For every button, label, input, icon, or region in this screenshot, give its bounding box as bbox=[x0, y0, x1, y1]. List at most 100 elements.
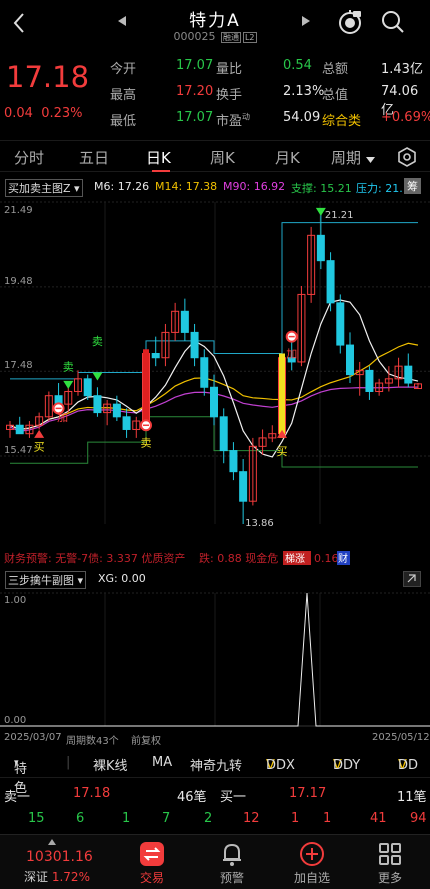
quote-value: 0.54 bbox=[283, 58, 312, 73]
quote-label: 量比 bbox=[216, 62, 243, 77]
candle-body bbox=[219, 416, 228, 452]
candle-body bbox=[15, 424, 24, 435]
candlestick-chart[interactable]: 21.4919.4817.4815.47 买加卖卖卖买加21.2113.86财务预… bbox=[0, 194, 430, 566]
tab-intraday[interactable]: 分时 bbox=[14, 147, 44, 168]
expand-icon[interactable] bbox=[403, 571, 421, 587]
dropdown-caret-icon bbox=[365, 157, 375, 163]
sub-indicator-selector[interactable]: 三步擒牛副图 ▾ bbox=[5, 571, 87, 589]
signal-bar-red bbox=[143, 349, 149, 426]
quote-label: 换手 bbox=[216, 88, 243, 103]
nav-more[interactable]: 更多 bbox=[360, 839, 420, 885]
nav-trade[interactable]: 交易 bbox=[122, 839, 182, 885]
quote-value: 1.43亿 bbox=[381, 62, 423, 77]
financial-warning-text: 跌: 0.88 现金危 bbox=[199, 551, 278, 565]
chip-distribution-button[interactable]: 筹 bbox=[404, 178, 421, 194]
nav-alert[interactable]: 预警 bbox=[202, 839, 262, 885]
nav-trade-label: 交易 bbox=[139, 871, 164, 885]
candle-body bbox=[190, 331, 199, 359]
buy-lot: 41 bbox=[370, 811, 387, 826]
up-caret-icon bbox=[48, 839, 56, 845]
divider: | bbox=[66, 755, 71, 770]
sell-arrow bbox=[92, 372, 103, 381]
indicator-tab-nine-turns[interactable]: 神奇九转 bbox=[190, 755, 242, 774]
sell-arrow bbox=[63, 380, 74, 389]
tab-monthly-k[interactable]: 月K bbox=[275, 147, 300, 168]
indicator-tab-naked-k[interactable]: 裸K线 bbox=[93, 755, 128, 774]
m6-value: M6: 17.26 bbox=[94, 180, 150, 193]
tab-daily-k[interactable]: 日K bbox=[146, 147, 171, 168]
nav-add-watchlist[interactable]: 加自选 bbox=[282, 839, 342, 885]
candle-body bbox=[83, 378, 92, 397]
quote-value: +0.69% bbox=[381, 110, 430, 125]
sub-indicator-chart[interactable]: 1.00 0.00 bbox=[0, 588, 430, 730]
y-tick-label: 19.48 bbox=[4, 276, 33, 287]
nav-more-label: 更多 bbox=[377, 871, 402, 885]
candle-body bbox=[200, 357, 209, 388]
order-book[interactable]: 卖一 17.18 46笔 买一 17.17 11笔 15 6 1 7 2 12 1 1 41 9… bbox=[0, 782, 430, 834]
change-percent: 0.23% bbox=[41, 106, 83, 121]
candle-body bbox=[180, 310, 189, 333]
candle-body bbox=[93, 395, 102, 414]
tab-five-day[interactable]: 五日 bbox=[79, 147, 109, 168]
candle-body bbox=[404, 365, 413, 384]
price-change: 0.04 0.23% bbox=[4, 106, 83, 121]
indicator-tab-ma[interactable]: MA bbox=[152, 755, 172, 770]
sub-indicator-name: 三步擒牛副图 bbox=[8, 574, 74, 587]
index-percent: 1.72% bbox=[51, 870, 90, 884]
sell-signal-label: 卖 bbox=[92, 335, 103, 348]
candle-body bbox=[336, 302, 345, 346]
y-tick-label: 15.47 bbox=[4, 445, 33, 456]
indicator-tab-ddz-label: DD bbox=[398, 758, 419, 773]
index-name: 深证 bbox=[24, 870, 49, 884]
bottom-nav: 10301.16 深证 1.72% 交易 预警 加自选 更多 bbox=[0, 834, 430, 889]
active-tab-indicator bbox=[152, 170, 170, 172]
buy-lot: 1 bbox=[323, 811, 332, 826]
candle-body bbox=[346, 344, 354, 376]
footer-tag: 梯涨 bbox=[285, 552, 305, 565]
buy-signal-label: 买 bbox=[277, 445, 288, 458]
financial-warning-text: 0.16 bbox=[314, 552, 339, 565]
sell-lot: 2 bbox=[204, 811, 213, 826]
sell-signal-label: 卖 bbox=[141, 436, 152, 449]
candle-body bbox=[326, 260, 335, 304]
main-indicator-bar: 买加卖主图Z ▾ M6: 17.26 M14: 17.38 M90: 16.92… bbox=[0, 178, 430, 197]
add-signal-label: 加 bbox=[57, 411, 68, 424]
sub-y-bottom-label: 0.00 bbox=[4, 715, 26, 726]
signal-bar-yellow bbox=[279, 353, 285, 438]
quote-label: 最高 bbox=[110, 88, 137, 103]
nav-alert-label: 预警 bbox=[219, 871, 244, 885]
footer-tag: 财 bbox=[338, 552, 348, 565]
quote-value: 17.07 bbox=[176, 58, 214, 73]
candle-body bbox=[210, 386, 218, 418]
last-price: 17.18 bbox=[6, 60, 90, 94]
sell-lot: 15 bbox=[28, 811, 45, 826]
index-ticker[interactable]: 10301.16 深证 1.72% bbox=[0, 835, 100, 889]
sell-lot: 7 bbox=[162, 811, 171, 826]
bell-icon bbox=[223, 843, 241, 866]
buy-lot: 1 bbox=[291, 811, 300, 826]
quote-panel: 17.18 0.04 0.23% 今开 17.07 量比 0.54 总额 1.43亿 最高 1… bbox=[0, 0, 430, 140]
start-date: 2025/03/07 bbox=[4, 732, 62, 743]
adjust-mode: 前复权 bbox=[131, 736, 161, 747]
tab-weekly-k[interactable]: 周K bbox=[210, 147, 235, 168]
change-value: 0.04 bbox=[4, 106, 33, 121]
buy1-count: 11笔 bbox=[397, 790, 427, 805]
quote-label: 市盈动 bbox=[216, 112, 251, 129]
settings-hexagon-icon[interactable] bbox=[397, 147, 417, 167]
buy1-label: 买一 bbox=[220, 790, 247, 805]
buy1-price: 17.17 bbox=[289, 786, 327, 801]
quote-label: 总额 bbox=[322, 62, 349, 77]
candle-body bbox=[151, 353, 160, 359]
candle-body bbox=[239, 471, 248, 502]
buy-lot: 94 bbox=[410, 811, 427, 826]
quote-value: 2.13% bbox=[283, 84, 325, 99]
candle-body bbox=[112, 403, 121, 418]
m14-value: M14: 17.38 bbox=[155, 180, 218, 193]
low-price-label: 13.86 bbox=[245, 518, 274, 529]
tab-period[interactable]: 周期 bbox=[331, 147, 375, 168]
y-tick-label: 21.49 bbox=[4, 205, 33, 216]
indicator-tab-ddx-label: DDX bbox=[266, 758, 295, 773]
indicator-tab-ddy-label: DDY bbox=[333, 758, 361, 773]
add-circle-icon bbox=[300, 842, 324, 866]
chart-date-bar: 2025/03/07 周期数43个 前复权 2025/05/12 bbox=[0, 732, 430, 747]
